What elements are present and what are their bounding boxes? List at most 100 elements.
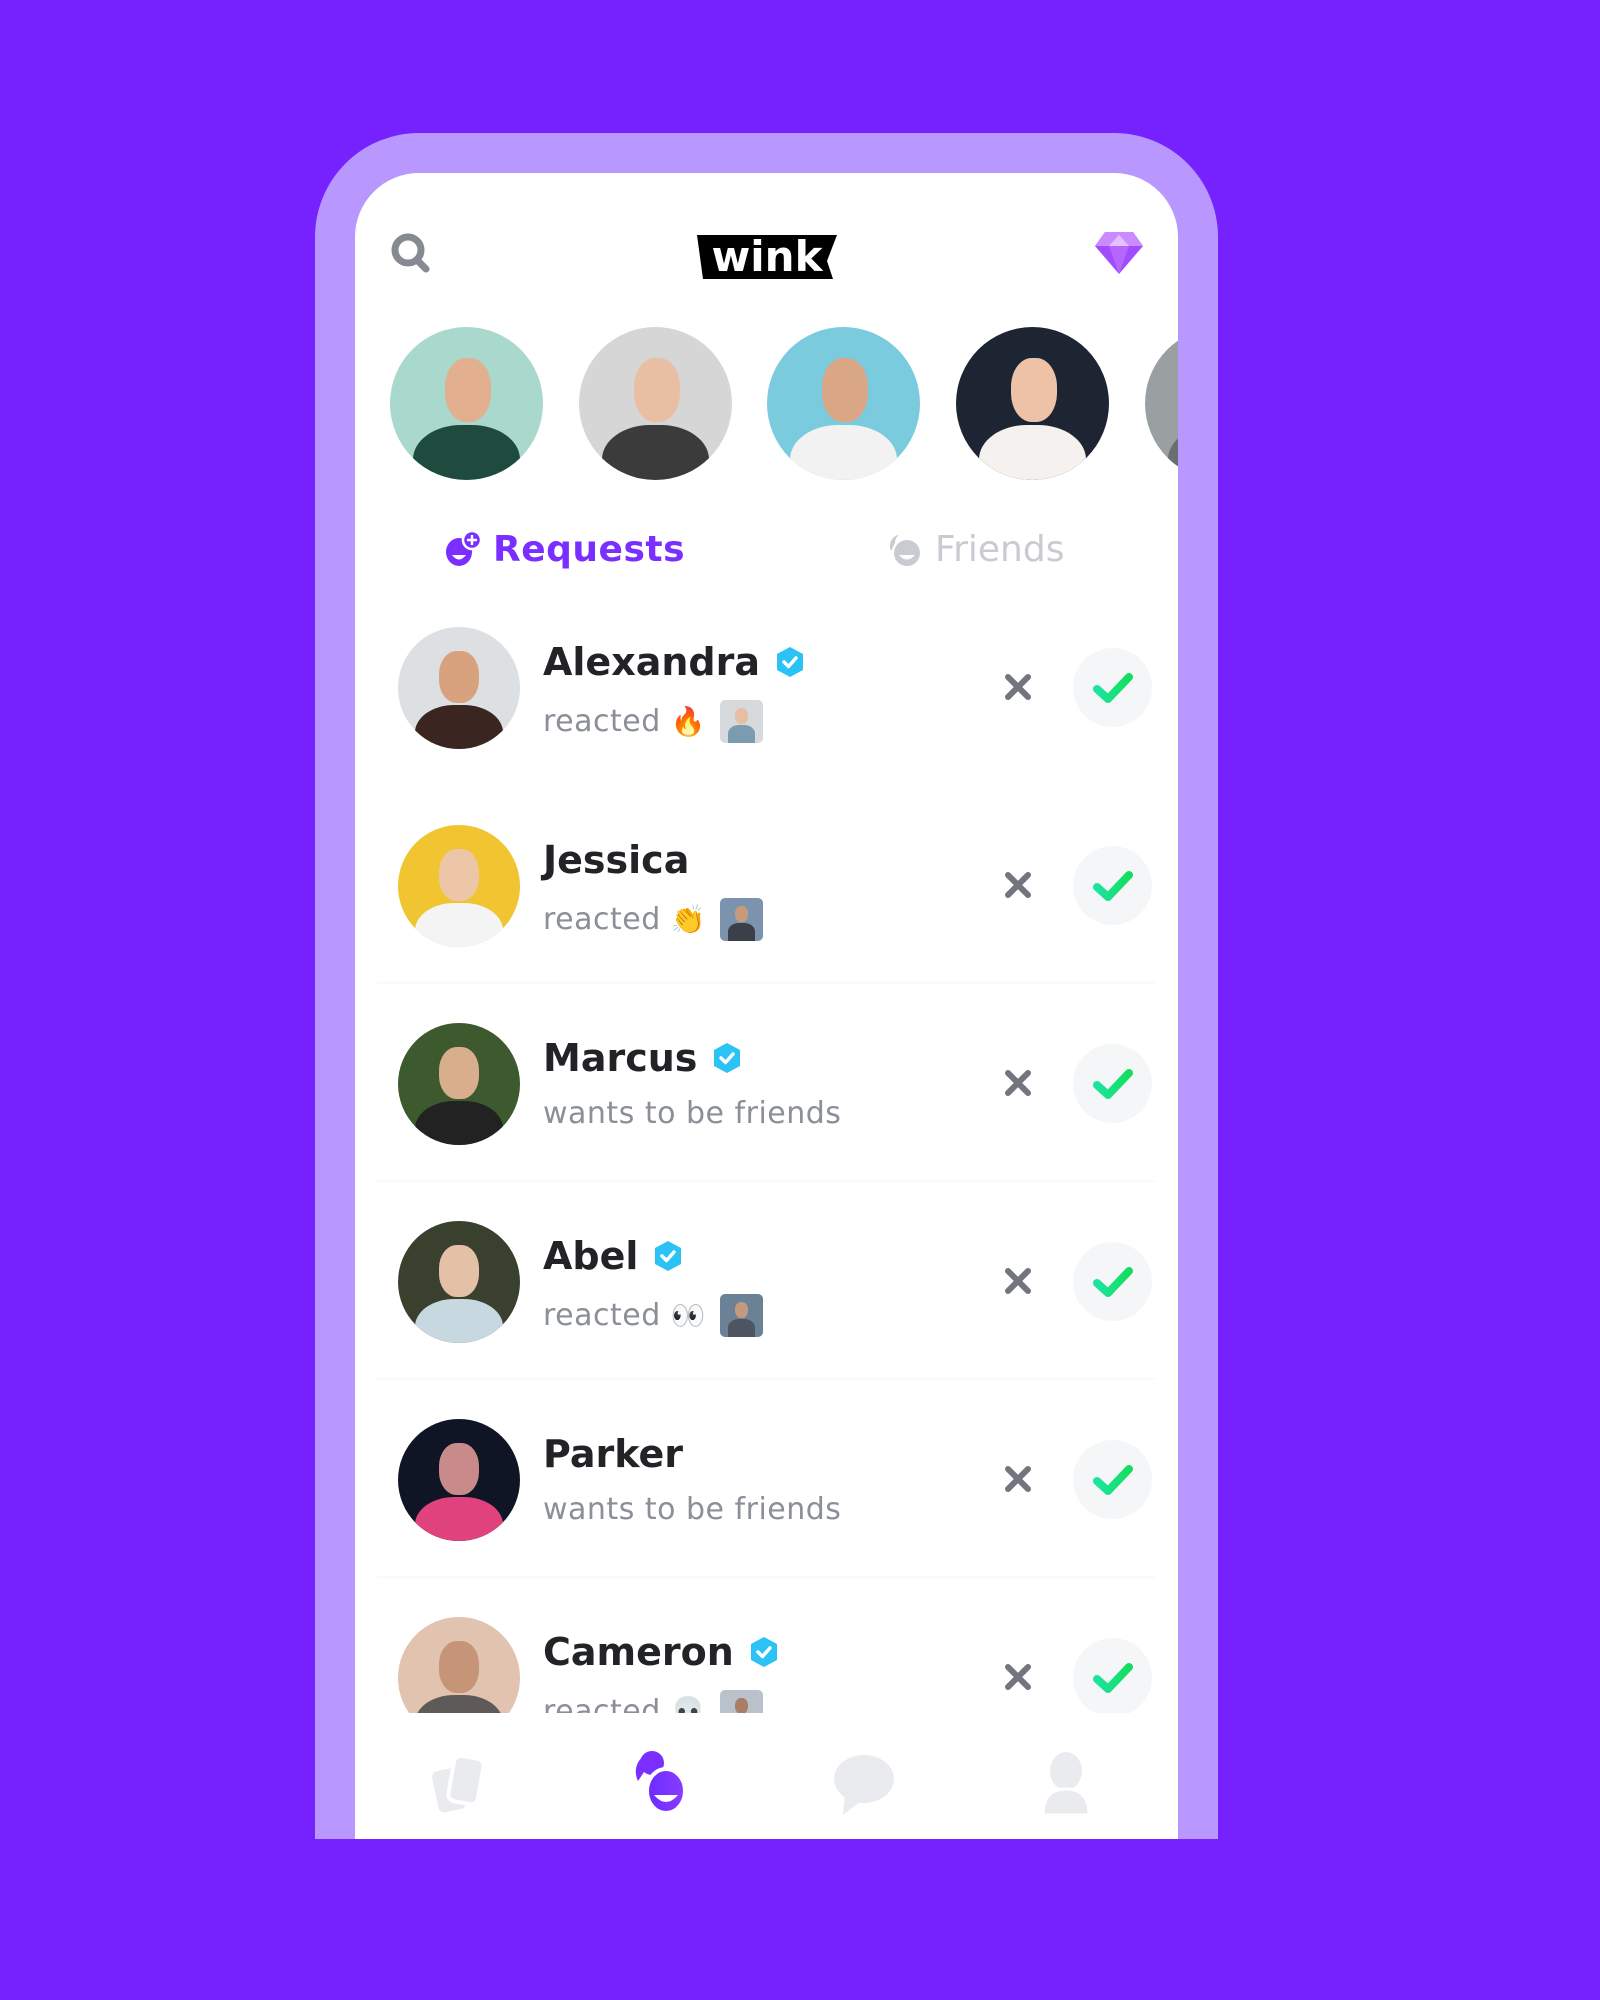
premium-button[interactable] xyxy=(1093,230,1145,276)
story-avatar[interactable] xyxy=(956,327,1109,480)
close-icon xyxy=(1005,1664,1031,1690)
user-name-text: Jessica xyxy=(543,838,690,882)
story-avatar[interactable] xyxy=(390,327,543,480)
avatar-photo-body xyxy=(415,705,503,749)
user-avatar[interactable] xyxy=(398,1023,520,1145)
thumb-body xyxy=(727,922,756,941)
logo-text: wink xyxy=(711,232,823,281)
diamond-icon xyxy=(1095,232,1143,274)
reaction-emoji: 👏 xyxy=(670,903,707,936)
subtitle-text: reacted xyxy=(543,1694,661,1713)
user-avatar[interactable] xyxy=(398,1221,520,1343)
nav-profile[interactable] xyxy=(1031,1749,1101,1819)
avatar-photo-face xyxy=(445,357,491,422)
decline-button[interactable] xyxy=(995,664,1041,710)
friends-icon xyxy=(635,1751,687,1815)
avatar-photo-body xyxy=(789,424,898,480)
request-subtitle: reacted 👏 xyxy=(543,898,764,941)
subtitle-text: reacted xyxy=(543,704,661,739)
check-icon xyxy=(1092,1464,1133,1495)
user-avatar[interactable] xyxy=(398,1419,520,1541)
close-icon xyxy=(1005,1268,1031,1294)
check-icon xyxy=(1092,672,1133,703)
decline-button[interactable] xyxy=(995,1060,1041,1106)
story-avatar[interactable] xyxy=(1145,327,1178,480)
avatar-photo-face xyxy=(439,1443,479,1495)
user-avatar[interactable] xyxy=(398,825,520,947)
avatar-photo-body xyxy=(415,1299,503,1343)
reacted-photo-thumbnail[interactable] xyxy=(720,700,764,743)
accept-button[interactable] xyxy=(1073,1044,1152,1123)
search-button[interactable] xyxy=(387,229,437,279)
accept-button[interactable] xyxy=(1073,1638,1152,1713)
user-name[interactable]: Abel xyxy=(543,1234,684,1278)
user-name[interactable]: Marcus xyxy=(543,1036,743,1080)
user-name[interactable]: Jessica xyxy=(543,838,689,882)
story-avatar[interactable] xyxy=(767,327,920,480)
avatar-photo-body xyxy=(415,1101,503,1145)
cards-icon xyxy=(432,1753,486,1813)
avatar-photo-body xyxy=(415,1497,503,1541)
verified-badge-icon xyxy=(777,647,803,677)
thumb-face xyxy=(735,1301,749,1319)
user-avatar[interactable] xyxy=(398,627,520,749)
accept-button[interactable] xyxy=(1073,648,1152,727)
story-avatar[interactable] xyxy=(579,327,732,480)
close-icon xyxy=(1005,1070,1031,1096)
reacted-photo-thumbnail[interactable] xyxy=(720,1690,764,1713)
nav-cards[interactable] xyxy=(425,1749,495,1819)
accept-button[interactable] xyxy=(1073,1440,1152,1519)
profile-icon xyxy=(1041,1752,1091,1817)
avatar-photo-face xyxy=(439,1047,479,1099)
user-name-text: Cameron xyxy=(543,1630,734,1674)
avatar-photo-face xyxy=(439,651,479,703)
decline-button[interactable] xyxy=(995,862,1041,908)
avatar-photo-face xyxy=(1011,357,1057,422)
accept-button[interactable] xyxy=(1073,1242,1152,1321)
nav-friends[interactable] xyxy=(628,1749,698,1819)
close-icon xyxy=(1005,872,1031,898)
user-name[interactable]: Alexandra xyxy=(543,640,806,684)
tab-friends[interactable]: Friends xyxy=(885,521,1064,577)
avatar-photo-body xyxy=(601,424,710,480)
decline-button[interactable] xyxy=(995,1456,1041,1502)
decline-button[interactable] xyxy=(995,1258,1041,1304)
tab-requests[interactable]: Requests xyxy=(443,521,685,577)
stories-row xyxy=(355,327,1178,481)
subtitle-text: wants to be friends xyxy=(543,1096,842,1131)
request-subtitle: wants to be friends xyxy=(543,1492,841,1527)
avatar-photo-face xyxy=(439,1641,479,1693)
request-subtitle: reacted 🔥 xyxy=(543,700,764,743)
request-list: Alexandra reacted 🔥 Jessica reacted 👏 Ma… xyxy=(355,593,1178,1713)
reacted-photo-thumbnail[interactable] xyxy=(720,1294,764,1337)
avatar-photo-body xyxy=(978,424,1087,480)
decline-button[interactable] xyxy=(995,1654,1041,1700)
verified-badge-icon xyxy=(655,1241,682,1271)
user-name-text: Parker xyxy=(543,1432,683,1476)
user-avatar[interactable] xyxy=(398,1617,520,1713)
request-row: Cameron reacted 💀 xyxy=(355,1578,1178,1713)
check-icon xyxy=(1092,1266,1133,1297)
user-name[interactable]: Cameron xyxy=(543,1630,780,1674)
avatar-photo-face xyxy=(822,357,868,422)
reaction-emoji: 🔥 xyxy=(670,705,707,738)
request-subtitle: wants to be friends xyxy=(543,1096,841,1131)
subtitle-text: reacted xyxy=(543,902,661,937)
user-name[interactable]: Parker xyxy=(543,1432,683,1476)
thumb-face xyxy=(735,707,749,725)
tab-requests-label: Requests xyxy=(493,528,686,570)
user-name-text: Marcus xyxy=(543,1036,698,1080)
app-screen: wink Requests Friends Alexandra reacted … xyxy=(355,173,1178,1839)
accept-button[interactable] xyxy=(1073,846,1152,925)
request-row: Jessica reacted 👏 xyxy=(355,786,1178,984)
add-friend-icon xyxy=(446,529,483,566)
avatar-photo-body xyxy=(1167,424,1178,480)
tab-friends-label: Friends xyxy=(935,528,1065,570)
user-name-text: Alexandra xyxy=(543,640,760,684)
wink-logo: wink xyxy=(695,221,840,282)
nav-chat[interactable] xyxy=(829,1749,899,1819)
request-subtitle: reacted 💀 xyxy=(543,1690,764,1713)
reacted-photo-thumbnail[interactable] xyxy=(720,898,764,941)
bottom-nav xyxy=(355,1713,1178,1839)
request-row: Alexandra reacted 🔥 xyxy=(355,593,1178,786)
